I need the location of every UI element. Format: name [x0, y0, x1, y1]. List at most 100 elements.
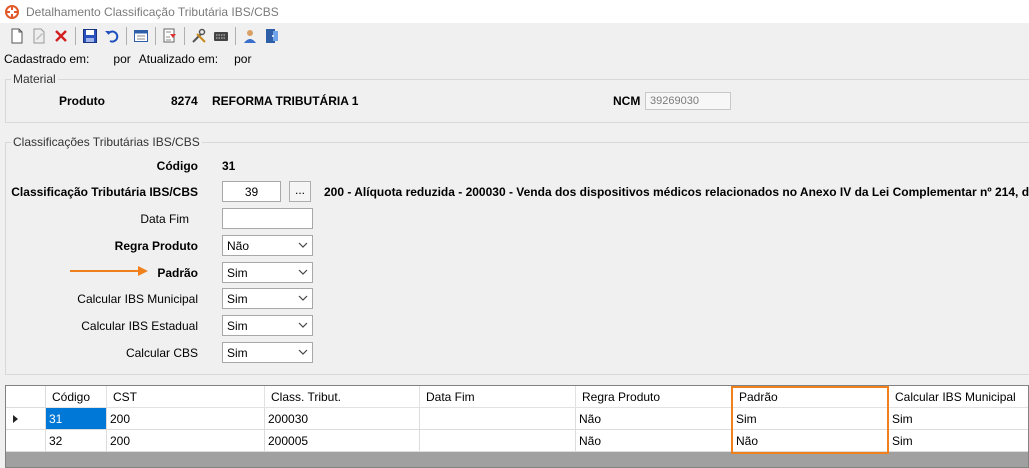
column-header-data-fim[interactable]: Data Fim	[420, 386, 576, 408]
padrao-value: Sim	[227, 266, 248, 280]
classificacoes-group	[5, 142, 1029, 375]
ibs-estadual-select[interactable]: Sim	[222, 315, 313, 336]
cadastrado-por: por	[113, 52, 131, 66]
save-button[interactable]	[79, 25, 101, 47]
codigo-label: Código	[156, 159, 198, 173]
undo-icon	[105, 30, 119, 43]
classificacoes-grid: Código CST Class. Tribut. Data Fim Regra…	[5, 385, 1029, 468]
regra-produto-select[interactable]: Não	[222, 235, 313, 256]
tools-icon	[192, 28, 206, 43]
column-header-cst[interactable]: CST	[107, 386, 265, 408]
atualizado-por: por	[234, 52, 252, 66]
padrao-label: Padrão	[157, 266, 198, 280]
cell-regra-produto[interactable]: Não	[576, 408, 733, 430]
cbs-value: Sim	[227, 346, 248, 360]
regra-produto-label: Regra Produto	[114, 239, 198, 253]
edit-button[interactable]	[28, 25, 50, 47]
padrao-select[interactable]: Sim	[222, 262, 313, 283]
cell-data-fim[interactable]	[420, 408, 576, 430]
user-icon	[244, 29, 256, 43]
material-group	[5, 79, 1029, 123]
ncm-field: 39269030	[645, 92, 731, 110]
data-fim-label: Data Fim	[140, 212, 189, 226]
undo-button[interactable]	[101, 25, 123, 47]
column-header-codigo[interactable]: Código	[46, 386, 107, 408]
window-title: Detalhamento Classificação Tributária IB…	[26, 4, 279, 19]
cell-data-fim[interactable]	[420, 430, 576, 452]
exit-button[interactable]	[261, 25, 283, 47]
table-row[interactable]: 31 200 200030 Não Sim Sim	[6, 408, 1028, 430]
atualizado-label: Atualizado em:	[138, 52, 219, 66]
keyboard-button[interactable]	[210, 25, 232, 47]
toolbar-separator	[184, 26, 185, 45]
toolbar	[0, 23, 1029, 48]
classif-label: Classificação Tributária IBS/CBS	[11, 185, 198, 199]
toolbar-separator	[155, 26, 156, 45]
save-icon	[83, 28, 97, 43]
cell-codigo[interactable]: 31	[46, 408, 107, 430]
app-logo-icon	[5, 4, 19, 19]
row-header-corner	[6, 386, 46, 408]
regra-produto-value: Não	[227, 239, 250, 253]
cell-cst[interactable]: 200	[107, 430, 265, 452]
toolbar-separator	[75, 26, 76, 45]
toolbar-separator	[126, 26, 127, 45]
ibs-municipal-label: Calcular IBS Municipal	[77, 292, 198, 306]
column-header-padrao[interactable]: Padrão	[733, 386, 889, 408]
table-row[interactable]: 32 200 200005 Não Não Sim	[6, 430, 1028, 452]
cell-codigo[interactable]: 32	[46, 430, 107, 452]
chevron-down-icon	[298, 349, 308, 355]
ibs-estadual-label: Calcular IBS Estadual	[81, 319, 198, 333]
data-fim-input[interactable]	[222, 208, 313, 229]
user-button[interactable]	[239, 25, 261, 47]
cell-calcular-ibs-municipal[interactable]: Sim	[889, 408, 1028, 430]
toolbar-separator	[235, 26, 236, 45]
report-icon	[163, 28, 176, 42]
chevron-down-icon	[298, 295, 308, 301]
report-button[interactable]	[159, 25, 181, 47]
delete-icon	[55, 29, 67, 42]
row-indicator[interactable]	[6, 408, 46, 430]
produto-label: Produto	[59, 94, 105, 108]
cell-cst[interactable]: 200	[107, 408, 265, 430]
exit-icon	[266, 28, 278, 43]
orange-arrow-annotation	[70, 266, 148, 276]
ibs-municipal-value: Sim	[227, 292, 248, 306]
ibs-estadual-value: Sim	[227, 319, 248, 333]
cell-regra-produto[interactable]: Não	[576, 430, 733, 452]
tools-button[interactable]	[188, 25, 210, 47]
produto-code: 8274	[171, 94, 198, 108]
cbs-label: Calcular CBS	[125, 346, 198, 360]
new-button[interactable]	[6, 25, 28, 47]
cbs-select[interactable]: Sim	[222, 342, 313, 363]
delete-button[interactable]	[50, 25, 72, 47]
cell-calcular-ibs-municipal[interactable]: Sim	[889, 430, 1028, 452]
ncm-label: NCM	[613, 94, 641, 108]
keyboard-icon	[214, 31, 228, 41]
cell-padrao[interactable]: Sim	[733, 408, 889, 430]
ibs-municipal-select[interactable]: Sim	[222, 288, 313, 309]
classif-input[interactable]: 39	[222, 181, 281, 202]
calendar-button[interactable]	[130, 25, 152, 47]
codigo-value: 31	[222, 159, 236, 173]
edit-icon	[33, 28, 45, 43]
classif-description: 200 - Alíquota reduzida - 200030 - Venda…	[324, 185, 1029, 199]
column-header-calcular-ibs-municipal[interactable]: Calcular IBS Municipal	[889, 386, 1028, 408]
produto-name: REFORMA TRIBUTÁRIA 1	[212, 94, 359, 108]
chevron-down-icon	[298, 269, 308, 275]
material-legend: Material	[11, 72, 58, 86]
new-icon	[11, 28, 23, 43]
row-indicator[interactable]	[6, 430, 46, 452]
column-header-class-tribut[interactable]: Class. Tribut.	[265, 386, 420, 408]
audit-info: Cadastrado em: por Atualizado em: por	[4, 52, 259, 66]
cell-padrao[interactable]: Não	[733, 430, 889, 452]
chevron-down-icon	[298, 322, 308, 328]
classif-lookup-button[interactable]: ...	[289, 181, 311, 202]
cell-class-tribut[interactable]: 200030	[265, 408, 420, 430]
cell-class-tribut[interactable]: 200005	[265, 430, 420, 452]
column-header-regra-produto[interactable]: Regra Produto	[576, 386, 733, 408]
title-bar: Detalhamento Classificação Tributária IB…	[0, 0, 1029, 23]
classificacoes-legend: Classificações Tributárias IBS/CBS	[11, 135, 202, 149]
cadastrado-label: Cadastrado em:	[4, 52, 90, 66]
chevron-down-icon	[298, 242, 308, 248]
